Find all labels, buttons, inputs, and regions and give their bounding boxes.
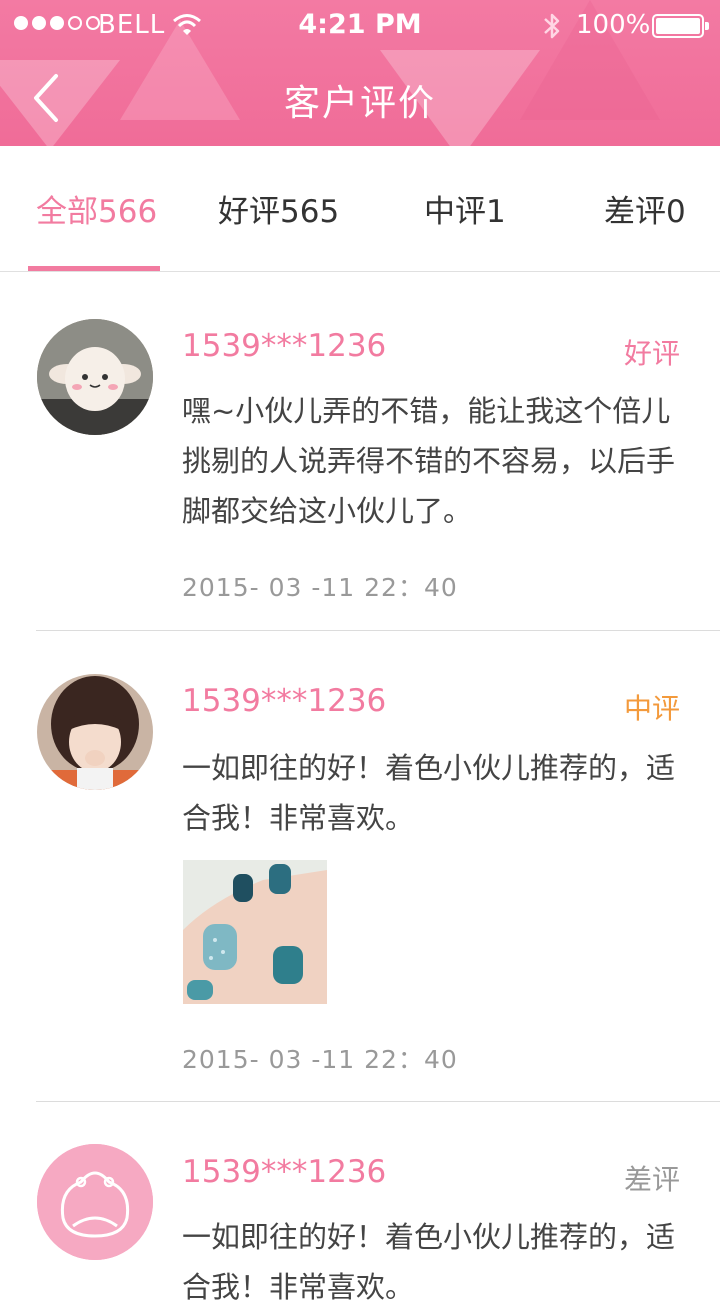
review-rating: 差评: [623, 1163, 680, 1196]
review-item: 1539***1236 差评 一如即往的好！着色小伙儿推荐的，适合我！非常喜欢。: [0, 1102, 720, 1304]
tab-all[interactable]: 全部566: [36, 186, 157, 231]
tab-positive[interactable]: 好评565: [218, 186, 339, 231]
filter-tabs: 全部566 好评565 中评1 差评0: [0, 146, 720, 272]
active-tab-indicator: [28, 266, 160, 271]
review-date: 2015- 03 -11 22：40: [182, 1045, 458, 1074]
tab-neutral[interactable]: 中评1: [424, 186, 506, 231]
review-item: 1539***1236 中评 一如即往的好！着色小伙儿推荐的，适合我！非常喜欢。…: [0, 631, 720, 1101]
status-bar: BELL 4:21 PM 100%: [0, 0, 720, 50]
default-avatar-icon: [37, 1144, 153, 1260]
bluetooth-icon: [540, 10, 564, 49]
review-rating: 中评: [623, 692, 680, 725]
review-date: 2015- 03 -11 22：40: [182, 573, 458, 602]
review-rating: 好评: [623, 337, 680, 370]
page-title: 客户评价: [283, 83, 436, 124]
review-username: 1539***1236: [182, 683, 387, 719]
review-username: 1539***1236: [182, 328, 387, 364]
battery-icon: [652, 14, 709, 38]
avatar: [37, 319, 153, 435]
review-photo[interactable]: [183, 860, 327, 1004]
nav-bar: BELL 4:21 PM 100% 客户评价: [0, 0, 720, 146]
battery-percent: 100%: [576, 10, 651, 40]
review-text: 嘿~小伙儿弄的不错，能让我这个倍儿挑剔的人说弄得不错的不容易，以后手脚都交给这小…: [182, 394, 676, 528]
review-item: 1539***1236 好评 嘿~小伙儿弄的不错，能让我这个倍儿挑剔的人说弄得不…: [0, 272, 720, 630]
avatar: [37, 1144, 153, 1260]
avatar: [37, 674, 153, 790]
review-text: 一如即往的好！着色小伙儿推荐的，适合我！非常喜欢。: [182, 1220, 676, 1304]
tab-negative[interactable]: 差评0: [604, 186, 686, 231]
review-text: 一如即往的好！着色小伙儿推荐的，适合我！非常喜欢。: [182, 751, 676, 835]
review-username: 1539***1236: [182, 1154, 387, 1190]
